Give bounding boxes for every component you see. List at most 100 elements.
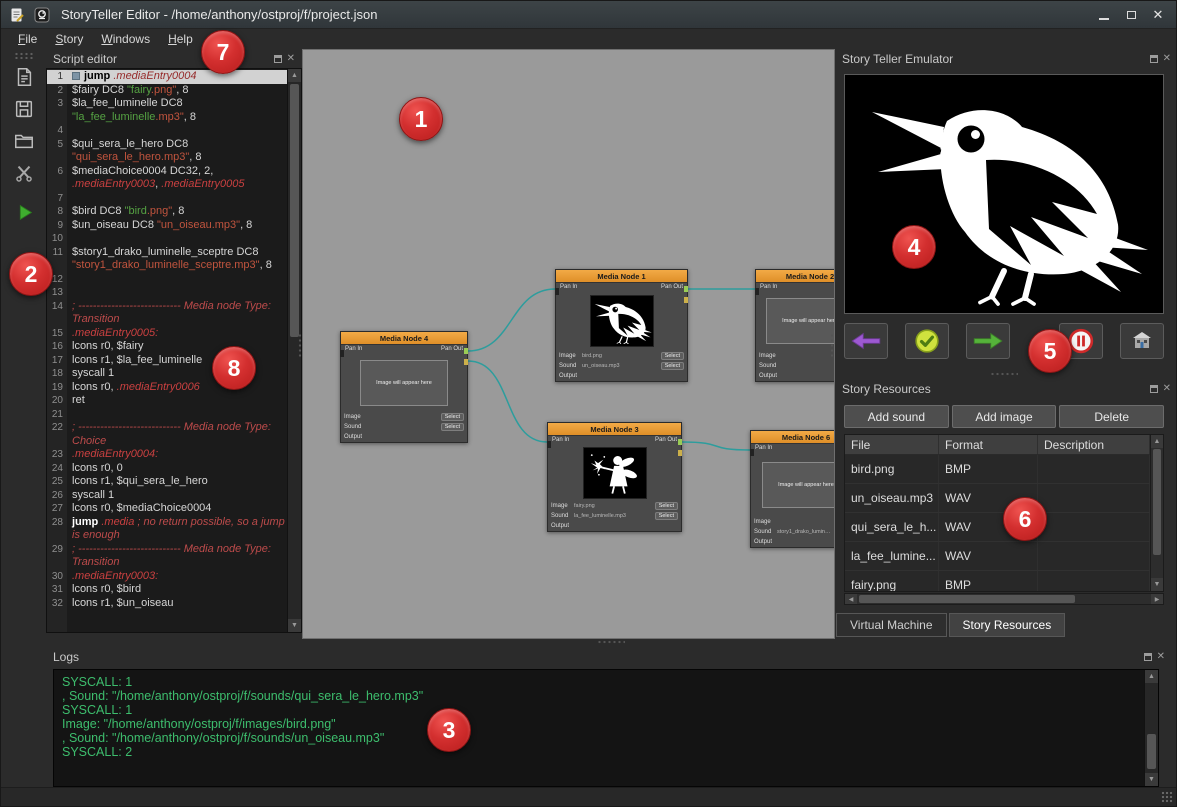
scrollbar-thumb[interactable]: [290, 84, 299, 337]
node-title[interactable]: Media Node 6: [751, 431, 835, 444]
table-row[interactable]: qui_sera_le_h...WAV: [845, 513, 1150, 542]
scroll-down-icon[interactable]: ▼: [1145, 773, 1158, 786]
table-hscrollbar[interactable]: ◀ ▶: [844, 593, 1164, 605]
column-file[interactable]: File: [845, 435, 939, 454]
menu-help[interactable]: Help: [159, 31, 202, 47]
scroll-right-icon[interactable]: ▶: [1151, 594, 1163, 604]
tab-story-resources[interactable]: Story Resources: [949, 613, 1066, 637]
scroll-down-icon[interactable]: ▼: [1151, 578, 1163, 591]
script-line-9[interactable]: 9$un_oiseau DC8 "un_oiseau.mp3", 8: [47, 219, 287, 233]
close-panel-icon[interactable]: ✕: [1163, 55, 1171, 63]
column-description[interactable]: Description: [1038, 435, 1150, 454]
select-button[interactable]: Select: [441, 423, 464, 431]
next-button[interactable]: [966, 323, 1010, 359]
titlebar[interactable]: StoryTeller Editor - /home/anthony/ostpr…: [1, 1, 1176, 29]
script-line-2[interactable]: 2$fairy DC8 "fairy.png", 8: [47, 84, 287, 98]
edge-3[interactable]: [682, 442, 750, 450]
undock-icon[interactable]: [1144, 653, 1152, 661]
script-line-30[interactable]: 30.mediaEntry0003:: [47, 570, 287, 584]
close-panel-icon[interactable]: ✕: [1163, 385, 1171, 393]
script-line-16[interactable]: 16lcons r0, $fairy: [47, 340, 287, 354]
node-title[interactable]: Media Node 2: [756, 270, 835, 283]
menu-story[interactable]: Story: [46, 31, 92, 47]
splitter-right[interactable]: [830, 333, 834, 359]
script-line-1[interactable]: 1jump .mediaEntry0004: [47, 70, 287, 84]
script-line-11[interactable]: 11$story1_drako_luminelle_sceptre DC8 "s…: [47, 246, 287, 273]
input-port[interactable]: [547, 441, 551, 448]
menu-windows[interactable]: Windows: [92, 31, 159, 47]
input-port[interactable]: [755, 288, 759, 295]
scroll-up-icon[interactable]: ▲: [1151, 435, 1163, 448]
script-line-22[interactable]: 22; ---------------------------- Media n…: [47, 421, 287, 448]
node-canvas[interactable]: Media Node 4Pan InPan OutImage will appe…: [302, 49, 835, 639]
minimize-button[interactable]: [1092, 5, 1116, 25]
scroll-up-icon[interactable]: ▲: [288, 69, 301, 82]
input-port[interactable]: [750, 449, 754, 456]
close-button[interactable]: ✕: [1146, 5, 1170, 25]
add-image-button[interactable]: Add image: [952, 405, 1057, 428]
output-port[interactable]: [684, 286, 688, 292]
table-row[interactable]: la_fee_lumine...WAV: [845, 542, 1150, 571]
new-script-button[interactable]: [10, 63, 37, 90]
open-button[interactable]: [10, 127, 37, 154]
node-media-node-2[interactable]: Media Node 2Pan InPan OutImage will appe…: [755, 269, 835, 382]
splitter-bottom[interactable]: [597, 640, 625, 644]
script-line-26[interactable]: 26syscall 1: [47, 489, 287, 503]
input-port[interactable]: [555, 288, 559, 295]
script-line-28[interactable]: 28jump .media ; no return possible, so a…: [47, 516, 287, 543]
node-title[interactable]: Media Node 1: [556, 270, 687, 283]
select-button[interactable]: Select: [441, 413, 464, 421]
script-editor[interactable]: 1jump .mediaEntry00042$fairy DC8 "fairy.…: [46, 68, 302, 633]
select-button[interactable]: Select: [661, 352, 684, 360]
script-line-6[interactable]: 6$mediaChoice0004 DC32, 2, .mediaEntry00…: [47, 165, 287, 192]
scrollbar-thumb[interactable]: [1147, 734, 1156, 769]
run-button[interactable]: [10, 198, 37, 225]
splitter-left[interactable]: [298, 333, 302, 359]
home-button[interactable]: [1120, 323, 1164, 359]
output-port-2[interactable]: [678, 450, 682, 456]
node-title[interactable]: Media Node 4: [341, 332, 467, 345]
script-line-5[interactable]: 5$qui_sera_le_hero DC8 "qui_sera_le_hero…: [47, 138, 287, 165]
undock-icon[interactable]: [1150, 385, 1158, 393]
script-line-7[interactable]: 7: [47, 192, 287, 206]
output-port-2[interactable]: [464, 359, 468, 365]
script-line-20[interactable]: 20ret: [47, 394, 287, 408]
select-button[interactable]: Select: [655, 512, 678, 520]
table-row[interactable]: fairy.pngBMP: [845, 571, 1150, 592]
script-line-19[interactable]: 19lcons r0, .mediaEntry0006: [47, 381, 287, 395]
select-button[interactable]: Select: [655, 502, 678, 510]
table-row[interactable]: bird.pngBMP: [845, 455, 1150, 484]
script-line-25[interactable]: 25lcons r1, $qui_sera_le_hero: [47, 475, 287, 489]
output-port[interactable]: [464, 348, 468, 354]
undock-icon[interactable]: [1150, 55, 1158, 63]
output-port[interactable]: [678, 439, 682, 445]
script-line-12[interactable]: 12: [47, 273, 287, 287]
emulator-splitter[interactable]: [990, 372, 1018, 376]
script-line-29[interactable]: 29; ---------------------------- Media n…: [47, 543, 287, 570]
script-line-31[interactable]: 31lcons r0, $bird: [47, 583, 287, 597]
script-line-4[interactable]: 4: [47, 124, 287, 138]
script-lines[interactable]: 1jump .mediaEntry00042$fairy DC8 "fairy.…: [47, 69, 287, 632]
tab-virtual-machine[interactable]: Virtual Machine: [836, 613, 947, 637]
table-scrollbar[interactable]: ▲ ▼: [1150, 435, 1163, 591]
scroll-up-icon[interactable]: ▲: [1145, 670, 1158, 683]
select-button[interactable]: Select: [661, 362, 684, 370]
node-media-node-6[interactable]: Media Node 6Pan InPan OutImage will appe…: [750, 430, 835, 548]
node-media-node-4[interactable]: Media Node 4Pan InPan OutImage will appe…: [340, 331, 468, 443]
column-format[interactable]: Format: [939, 435, 1038, 454]
statusbar[interactable]: [1, 787, 1176, 806]
node-title[interactable]: Media Node 3: [548, 423, 681, 436]
toolbar-grip[interactable]: [14, 52, 34, 59]
script-line-24[interactable]: 24lcons r0, 0: [47, 462, 287, 476]
edge-1[interactable]: [468, 361, 547, 442]
close-panel-icon[interactable]: ✕: [1157, 653, 1165, 661]
input-port[interactable]: [340, 350, 344, 357]
output-port-2[interactable]: [684, 297, 688, 303]
logs-console[interactable]: SYSCALL: 1, Sound: "/home/anthony/ostpro…: [53, 669, 1159, 787]
window-menu-icon[interactable]: [7, 5, 27, 25]
cut-button[interactable]: [10, 159, 37, 186]
script-line-15[interactable]: 15.mediaEntry0005:: [47, 327, 287, 341]
delete-button[interactable]: Delete: [1059, 405, 1164, 428]
node-media-node-1[interactable]: Media Node 1Pan InPan OutImagebird.pngSe…: [555, 269, 688, 382]
add-sound-button[interactable]: Add sound: [844, 405, 949, 428]
